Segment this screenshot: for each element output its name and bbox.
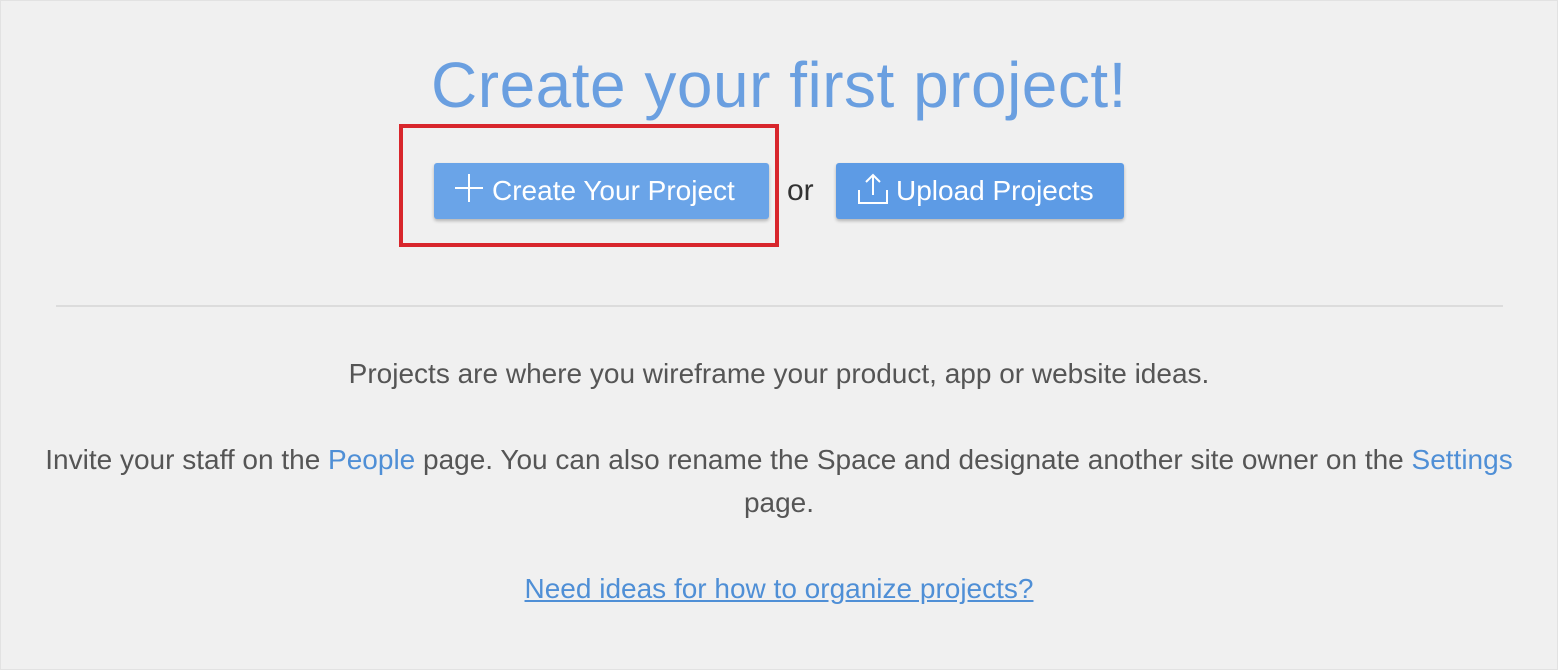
invite-text-end: page. [743, 487, 815, 518]
project-actions: Create Your Project or Upload Projects [1, 163, 1557, 221]
page-title: Create your first project! [431, 49, 1127, 121]
empty-projects-page: Create your first project! Create Your P… [0, 0, 1558, 670]
invite-text-start: Invite your staff on the [45, 444, 329, 475]
invite-staff-text: Invite your staff on the People page. Yo… [41, 438, 1517, 524]
settings-link[interactable]: Settings [1412, 444, 1513, 475]
upload-icon [856, 170, 890, 213]
projects-intro-text: Projects are where you wireframe your pr… [348, 358, 1210, 389]
or-separator: or [787, 174, 814, 207]
divider [56, 305, 1503, 307]
organize-ideas-link[interactable]: Need ideas for how to organize projects? [525, 573, 1034, 604]
create-project-button[interactable]: Create Your Project [434, 163, 769, 219]
people-link[interactable]: People [328, 444, 415, 475]
ideas-line: Need ideas for how to organize projects? [1, 567, 1557, 610]
upload-projects-label: Upload Projects [896, 175, 1094, 206]
create-project-label: Create Your Project [492, 175, 735, 206]
invite-text-middle: page. You can also rename the Space and … [415, 444, 1412, 475]
upload-projects-button[interactable]: Upload Projects [836, 163, 1124, 219]
plus-icon [452, 171, 486, 212]
